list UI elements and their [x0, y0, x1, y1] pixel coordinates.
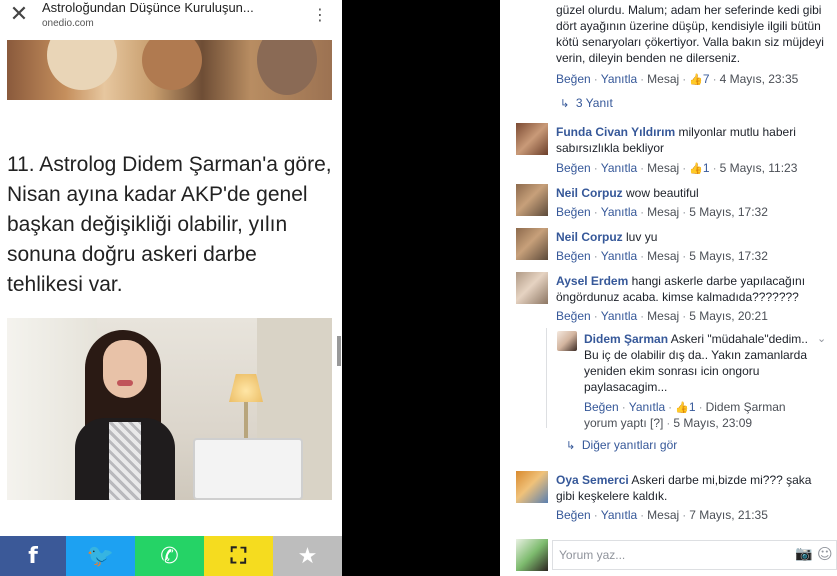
whatsapp-icon: ✆ [160, 543, 179, 569]
comment-text: Aysel Erdem hangi askerle darbe yapılaca… [556, 274, 806, 304]
expand-icon: ⛶ [230, 543, 247, 569]
facebook-icon: f [28, 543, 38, 569]
current-user-avatar [516, 539, 548, 571]
close-icon[interactable]: ✕ [8, 4, 30, 26]
thumbs-up-icon: 👍 [689, 162, 703, 175]
message-link[interactable]: Mesaj [647, 161, 679, 175]
avatar[interactable] [516, 184, 548, 216]
commenter-name[interactable]: Oya Semerci [556, 473, 629, 487]
like-link[interactable]: Beğen [556, 309, 591, 323]
comment-actions: Beğen · Yanıtla · Mesaj · 5 Mayıs, 17:32 [556, 205, 768, 219]
page-domain: onedio.com [42, 18, 94, 29]
avatar[interactable] [516, 272, 548, 304]
message-link[interactable]: Mesaj [647, 72, 679, 86]
comment-text: Funda Civan Yıldırım milyonlar mutlu hab… [556, 125, 796, 155]
more-replies-link[interactable]: ↳ Diğer yanıtları gör [566, 438, 677, 452]
top-bar: ✕ Astroloğundan Düşünce Kuruluşun... one… [0, 0, 342, 34]
avatar[interactable] [516, 471, 548, 503]
like-link[interactable]: Beğen [556, 205, 591, 219]
posted-by[interactable]: Didem Şarman [706, 400, 786, 414]
camera-icon[interactable]: 📷 [795, 546, 812, 562]
reply-actions: Beğen · Yanıtla · 👍1 · Didem Şarman [584, 400, 786, 414]
twitter-icon: 🐦 [86, 543, 115, 569]
comment-text: güzel olurdu. Malum; adam her seferinde … [556, 3, 824, 65]
like-link[interactable]: Beğen [556, 72, 591, 86]
reply-actions-line2: yorum yaptı [?] · 5 Mayıs, 23:09 [584, 416, 753, 430]
reply-link[interactable]: Yanıtla [601, 205, 637, 219]
like-link[interactable]: Beğen [556, 161, 591, 175]
message-link[interactable]: Mesaj [647, 249, 679, 263]
timestamp[interactable]: 5 Mayıs, 17:32 [689, 249, 768, 263]
star-icon: ★ [297, 543, 318, 569]
comment-text: Neil Corpuz luv yu [556, 230, 658, 244]
favorite-button[interactable]: ★ [273, 536, 342, 576]
mobile-article-view: ✕ Astroloğundan Düşünce Kuruluşun... one… [0, 0, 342, 576]
like-count[interactable]: 1 [703, 161, 710, 175]
page-title: Astroloğundan Düşünce Kuruluşun... [42, 0, 254, 15]
thumbs-up-icon: 👍 [675, 401, 689, 414]
avatar[interactable] [557, 331, 577, 351]
timestamp[interactable]: 4 Mayıs, 23:35 [720, 72, 799, 86]
article-heading: 11. Astrolog Didem Şarman'a göre, Nisan … [7, 153, 332, 296]
comment-actions: Beğen · Yanıtla · Mesaj · 5 Mayıs, 17:32 [556, 249, 768, 263]
comment-actions: Beğen · Yanıtla · Mesaj · 👍7 · 4 Mayıs, 23:35 [556, 72, 799, 86]
message-link[interactable]: Mesaj [647, 309, 679, 323]
twitter-share-button[interactable]: 🐦 [66, 536, 135, 576]
thumbs-up-icon: 👍 [689, 73, 703, 86]
like-link[interactable]: Beğen [584, 400, 619, 414]
reply-text: Didem Şarman Askeri "müdahale"dedim.. Bu… [584, 332, 808, 394]
commenter-name[interactable]: Funda Civan Yıldırım [556, 125, 675, 139]
avatar[interactable] [516, 228, 548, 260]
commenter-name[interactable]: Neil Corpuz [556, 186, 623, 200]
reply-thread-line [546, 328, 547, 428]
comment-input[interactable] [559, 546, 789, 564]
comment-text: Neil Corpuz wow beautiful [556, 186, 699, 200]
commenter-name[interactable]: Didem Şarman [584, 332, 668, 346]
reply-link[interactable]: Yanıtla [601, 508, 637, 522]
comment-text: Oya Semerci Askeri darbe mi,bizde mi??? … [556, 473, 812, 503]
avatar[interactable] [516, 123, 548, 155]
reply-link[interactable]: Yanıtla [629, 400, 665, 414]
timestamp[interactable]: 5 Mayıs, 20:21 [689, 309, 768, 323]
article-image-top [7, 40, 332, 100]
comment-actions: Beğen · Yanıtla · Mesaj · 5 Mayıs, 20:21 [556, 309, 768, 323]
comment-actions: Beğen · Yanıtla · Mesaj · 7 Mayıs, 21:35 [556, 508, 768, 522]
edit-mark[interactable]: [?] [650, 416, 663, 430]
timestamp[interactable]: 7 Mayıs, 21:35 [689, 508, 768, 522]
reply-link[interactable]: Yanıtla [601, 309, 637, 323]
reply-link[interactable]: Yanıtla [601, 72, 637, 86]
screen: ✕ Astroloğundan Düşünce Kuruluşun... one… [0, 0, 837, 576]
scrollbar-thumb[interactable] [337, 336, 341, 366]
view-replies-link[interactable]: ↳ 3 Yanıt [560, 96, 613, 110]
reply-arrow-icon: ↳ [566, 439, 576, 452]
commenter-name[interactable]: Aysel Erdem [556, 274, 628, 288]
share-bar: f 🐦 ✆ ⛶ ★ [0, 536, 342, 576]
comment-actions: Beğen · Yanıtla · Mesaj · 👍1 · 5 Mayıs, 11:23 [556, 161, 798, 175]
expand-button[interactable]: ⛶ [204, 536, 273, 576]
comment-composer: 📷 ☺ [552, 540, 837, 570]
commenter-name[interactable]: Neil Corpuz [556, 230, 623, 244]
more-vertical-icon[interactable]: ⋮ [312, 5, 328, 25]
article-image-main [7, 318, 332, 500]
reply-link[interactable]: Yanıtla [601, 249, 637, 263]
like-link[interactable]: Beğen [556, 508, 591, 522]
message-link[interactable]: Mesaj [647, 205, 679, 219]
message-link[interactable]: Mesaj [647, 508, 679, 522]
like-count[interactable]: 7 [703, 72, 710, 86]
facebook-share-button[interactable]: f [0, 536, 66, 576]
smile-icon[interactable]: ☺ [817, 545, 833, 563]
reply-link[interactable]: Yanıtla [601, 161, 637, 175]
timestamp[interactable]: 5 Mayıs, 11:23 [720, 161, 798, 175]
timestamp[interactable]: 5 Mayıs, 23:09 [673, 416, 752, 430]
like-link[interactable]: Beğen [556, 249, 591, 263]
whatsapp-share-button[interactable]: ✆ [135, 536, 204, 576]
timestamp[interactable]: 5 Mayıs, 17:32 [689, 205, 768, 219]
like-count[interactable]: 1 [689, 400, 696, 414]
reply-arrow-icon: ↳ [560, 97, 570, 110]
chevron-down-icon[interactable]: ⌄ [817, 332, 826, 345]
